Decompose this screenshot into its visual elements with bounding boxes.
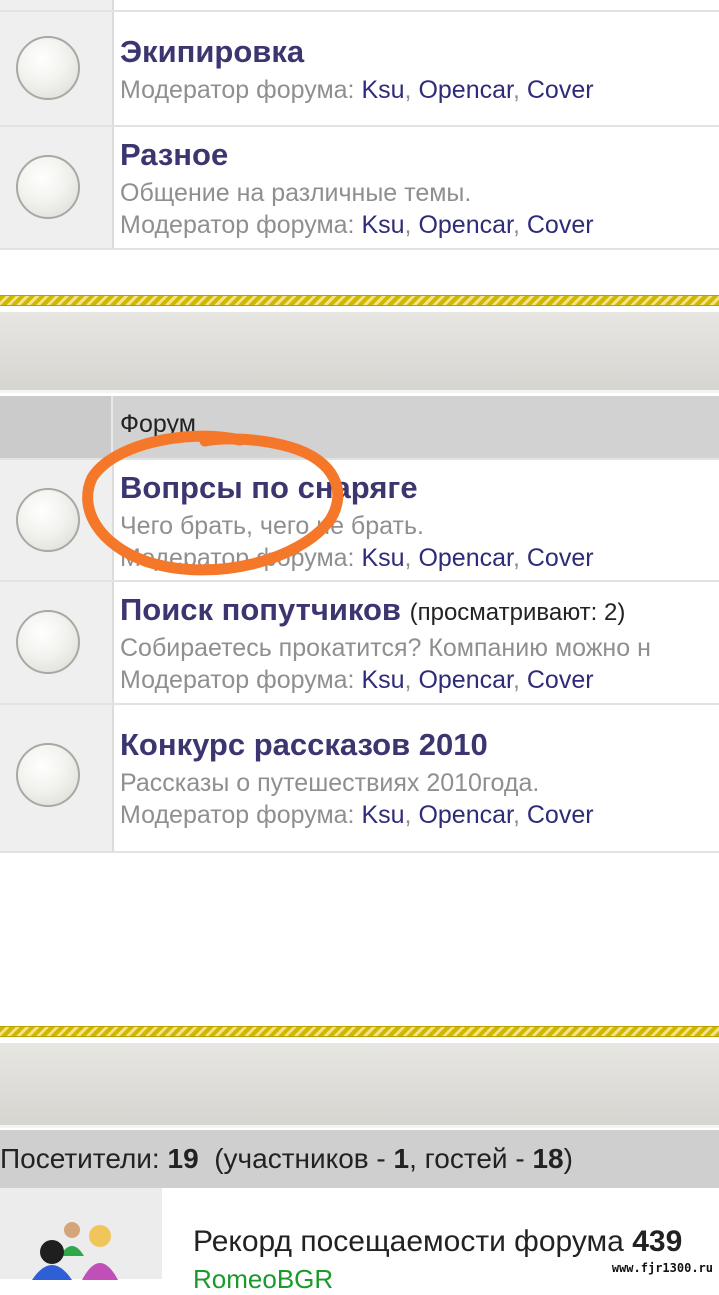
visitors-guests: 18 [532,1143,564,1174]
forum-row[interactable]: Вопрсы по снаряге Чего брать, чего не бр… [0,458,719,582]
forum-icon-cell [0,460,114,580]
forum-list-header: Форум [0,396,719,458]
forum-title-text[interactable]: Поиск попутчиков [120,592,401,627]
forum-title-link[interactable]: Вопрсы по снаряге [120,470,418,506]
forum-status-icon [16,743,80,807]
forum-title-link[interactable]: Разное [120,137,228,173]
moderator-link-opencar[interactable]: Opencar [418,76,513,104]
moderator-link-ksu[interactable]: Ksu [361,211,404,239]
forum-row[interactable]: Разное Общение на различные темы. Модера… [0,125,719,250]
forum-row[interactable]: Поиск попутчиков (просматривают: 2) Соби… [0,580,719,705]
moderator-link-cover[interactable]: Cover [527,544,594,572]
moderator-link-ksu[interactable]: Ksu [361,76,404,104]
visitors-members: 1 [393,1143,410,1174]
users-group-icon [32,1222,118,1280]
forum-status-icon [16,36,80,100]
moderator-link-ksu[interactable]: Ksu [361,666,404,694]
forum-moderators: Модератор форума: Ksu, Opencar, Cover [120,801,594,829]
visitors-close: ) [563,1143,573,1174]
moderator-link-opencar[interactable]: Opencar [418,666,513,694]
moderator-link-ksu[interactable]: Ksu [361,801,404,829]
category-footer-band [0,1043,719,1128]
moderator-label: Модератор форума: [120,801,355,829]
user-link[interactable]: RomeoBGR [193,1264,333,1295]
moderator-label: Модератор форума: [120,666,355,694]
moderator-link-cover[interactable]: Cover [527,211,594,239]
moderator-link-opencar[interactable]: Opencar [418,801,513,829]
forum-icon-cell [0,127,114,248]
section-divider-stripe [0,295,719,306]
viewing-count: (просматривают: 2) [409,599,626,626]
forum-description: Собираетесь прокатится? Компанию можно н [120,634,651,662]
forum-moderators: Модератор форума: Ksu, Opencar, Cover [120,666,594,694]
forum-row[interactable]: Экипировка Модератор форума: Ksu, Openca… [0,10,719,127]
record-label: Рекорд посещаемости форума [193,1225,624,1258]
forum-moderators: Модератор форума: Ksu, Opencar, Cover [120,211,594,239]
forum-icon-cell [0,582,114,703]
moderator-label: Модератор форума: [120,211,355,239]
moderator-link-cover[interactable]: Cover [527,801,594,829]
header-icon-cell [0,396,113,458]
visitors-summary: Посетители: 19 (участников - 1, гостей -… [0,1130,719,1188]
category-footer-band [0,312,719,393]
forum-row[interactable]: Конкурс рассказов 2010 Рассказы о путеше… [0,703,719,853]
visitors-guests-label: , гостей - [409,1143,525,1174]
site-watermark: www.fjr1300.ru [611,1261,713,1275]
forum-title-link[interactable]: Экипировка [120,34,304,70]
visitors-total: 19 [167,1143,199,1174]
forum-status-icon [16,488,80,552]
forum-title-link[interactable]: Конкурс рассказов 2010 [120,727,488,763]
visitors-label: Посетители: [0,1143,160,1174]
forum-status-icon [16,610,80,674]
moderator-link-ksu[interactable]: Ksu [361,544,404,572]
moderator-label: Модератор форума: [120,76,355,104]
record-value: 439 [632,1225,683,1258]
moderator-link-opencar[interactable]: Opencar [418,211,513,239]
moderator-link-cover[interactable]: Cover [527,76,594,104]
forum-moderators: Модератор форума: Ksu, Opencar, Cover [120,544,594,572]
forum-title-link[interactable]: Поиск попутчиков (просматривают: 2) [120,592,625,628]
section-divider-stripe [0,1026,719,1037]
forum-icon-cell [0,12,114,125]
record-attendance: Рекорд посещаемости форума 439 [193,1225,682,1259]
forum-description: Чего брать, чего не брать. [120,512,424,540]
forum-description: Рассказы о путешествиях 2010года. [120,769,540,797]
forum-description: Общение на различные темы. [120,179,472,207]
forum-title-text[interactable]: Вопрсы по снаряге [120,470,418,505]
forum-status-icon [16,155,80,219]
stats-icon-cell [0,1188,162,1280]
forum-icon-cell [0,0,114,10]
forum-icon-cell [0,705,114,851]
forum-moderators: Модератор форума: Ksu, Opencar, Cover [120,76,594,104]
moderator-label: Модератор форума: [120,544,355,572]
visitors-members-label: (участников - [214,1143,386,1174]
moderator-link-opencar[interactable]: Opencar [418,544,513,572]
moderator-link-cover[interactable]: Cover [527,666,594,694]
header-forum-label: Форум [120,410,196,438]
